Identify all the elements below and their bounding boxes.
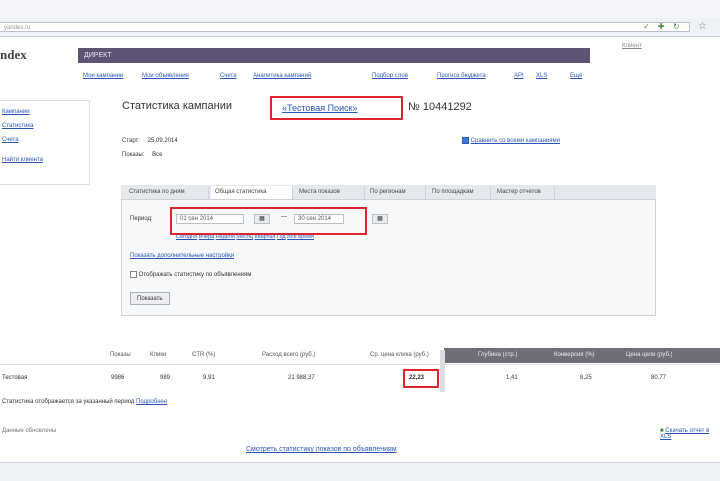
cell-shows: 9986	[111, 375, 125, 381]
footnote: Статистика отображается за указанный пер…	[2, 399, 167, 405]
cell-spend: 21 988,37	[288, 375, 315, 381]
sidebar-item-find-client[interactable]: Найти клиента	[2, 157, 89, 163]
sidebar-item-stats[interactable]: Статистика	[2, 123, 89, 129]
date-from-input[interactable]: 01 сен 2014	[176, 214, 244, 224]
tab-sites[interactable]: По площадкам	[428, 186, 491, 199]
table-header-dark: Глубина (стр.) Конверсия (%) Цена цели (…	[444, 348, 720, 363]
show-button[interactable]: Показать	[130, 292, 170, 305]
report-settings-panel	[121, 185, 656, 316]
footnote-link[interactable]: Подробнее	[136, 399, 167, 405]
quick-link-today[interactable]: Сегодня	[176, 234, 197, 240]
browser-status-bar	[0, 462, 720, 481]
compare-checkbox-label[interactable]: Сравнить со всеми кампаниями	[471, 138, 560, 144]
quick-link-all[interactable]: Всё время	[287, 234, 314, 240]
export-xls-link[interactable]: Скачать отчет в XLS	[660, 428, 709, 440]
cell-goal-cost: 80,77	[651, 375, 667, 381]
date-to-input[interactable]: 30 сен 2014	[294, 214, 344, 224]
nav-more[interactable]: Ещё	[570, 73, 582, 79]
th-goal-cost: Цена цели (руб.)	[626, 352, 673, 358]
cell-ctr: 9,91	[203, 375, 215, 381]
th-depth: Глубина (стр.)	[478, 352, 518, 358]
quick-link-week[interactable]: Неделя	[216, 234, 235, 240]
th-conversion: Конверсия (%)	[554, 352, 595, 358]
page-title: Статистика кампании	[122, 100, 232, 112]
cell-conversion: 8,25	[580, 375, 592, 381]
nav-wordstat[interactable]: Подбор слов	[372, 73, 408, 79]
service-title: ДИРЕКТ	[84, 52, 112, 59]
calendar-to-icon[interactable]: ▦	[372, 214, 388, 224]
quick-period-links: Сегодня Вчера Неделя Месяц Квартал Год В…	[176, 234, 314, 240]
logo[interactable]: ndex	[0, 47, 27, 63]
ads-stats-label[interactable]: Отображать статистику по объявлениям	[139, 272, 252, 278]
sidebar: Кампании Статистика Счета Найти клиента	[0, 100, 90, 185]
campaign-id: № 10441292	[408, 101, 472, 113]
quick-link-quarter[interactable]: Квартал	[255, 234, 276, 240]
page-title-prefix: Статистика кампании	[122, 100, 232, 112]
quick-link-month[interactable]: Месяц	[236, 234, 253, 240]
sidebar-item-bills[interactable]: Счета	[2, 137, 89, 143]
th-avg-cpc: Ср. цена клика (руб.)	[370, 352, 429, 358]
export-xls[interactable]: ■ Скачать отчет в XLS	[660, 428, 720, 440]
meta-start: Старт: 25.09.2014	[122, 138, 178, 144]
tab-placements[interactable]: Места показов	[295, 186, 365, 199]
th-spend: Расход всего (руб.)	[262, 352, 316, 358]
calendar-from-icon[interactable]: ▦	[254, 214, 270, 224]
extra-settings-link[interactable]: Показать дополнительные настройки	[130, 253, 234, 259]
nav-api[interactable]: API	[514, 73, 524, 79]
sidebar-item-campaigns[interactable]: Кампании	[2, 109, 89, 115]
tab-daily[interactable]: Статистика по дням	[125, 186, 209, 199]
meta-shows-label: Показы:	[122, 152, 145, 158]
ads-stats-checkbox[interactable]	[130, 271, 137, 278]
tab-report-wizard[interactable]: Мастер отчетов	[493, 186, 555, 199]
nav-my-ads[interactable]: Мои объявления	[142, 73, 189, 79]
period-label: Период:	[130, 216, 153, 222]
browser-action-icons[interactable]: ✓ ✚ ↻	[643, 22, 683, 31]
th-clicks: Клики	[150, 352, 167, 358]
tab-regions[interactable]: По регионам	[366, 186, 426, 199]
meta-shows: Показы: Все	[122, 152, 162, 158]
updated-note: Данные обновлены	[2, 428, 57, 434]
quick-link-year[interactable]: Год	[277, 234, 286, 240]
meta-start-label: Старт:	[122, 138, 140, 144]
ads-stats-bottom-link[interactable]: Смотреть статистику показов по объявлени…	[246, 446, 397, 453]
nav-bills[interactable]: Счета	[220, 73, 237, 79]
compare-option[interactable]: Сравнить со всеми кампаниями	[462, 137, 560, 144]
row-campaign-name: Тестовая	[2, 375, 28, 381]
table-divider	[0, 364, 720, 365]
compare-checkbox[interactable]	[462, 137, 469, 144]
quick-link-yesterday[interactable]: Вчера	[199, 234, 215, 240]
table-column-separator	[440, 350, 445, 392]
cell-avg-cpc: 22,23	[409, 375, 425, 381]
cell-clicks: 989	[160, 375, 171, 381]
bookmark-star-icon[interactable]: ☆	[698, 21, 707, 32]
browser-toolbar	[0, 0, 720, 18]
tab-general[interactable]: Общая статистика	[211, 186, 293, 199]
campaign-name-link[interactable]: «Тестовая Поиск»	[282, 103, 358, 113]
service-header: ДИРЕКТ	[78, 48, 590, 63]
ads-stats-option[interactable]: Отображать статистику по объявлениям	[130, 271, 251, 278]
meta-start-value: 25.09.2014	[147, 138, 178, 144]
date-dash: —	[281, 214, 287, 220]
nav-analytics[interactable]: Аналитика кампаний	[253, 73, 311, 79]
nav-xls[interactable]: XLS	[536, 73, 547, 79]
cell-depth: 1,41	[506, 375, 518, 381]
th-ctr: CTR (%)	[192, 352, 216, 358]
nav-forecast[interactable]: Прогноз бюджета	[437, 73, 486, 79]
meta-shows-value: Все	[152, 152, 163, 158]
th-shows: Показы	[110, 352, 131, 358]
url-input[interactable]: yandex.ru	[0, 22, 690, 32]
footnote-text: Статистика отображается за указанный пер…	[2, 399, 135, 405]
account-link[interactable]: Клиент	[622, 43, 642, 49]
nav-my-campaigns[interactable]: Мои кампании	[83, 73, 123, 79]
